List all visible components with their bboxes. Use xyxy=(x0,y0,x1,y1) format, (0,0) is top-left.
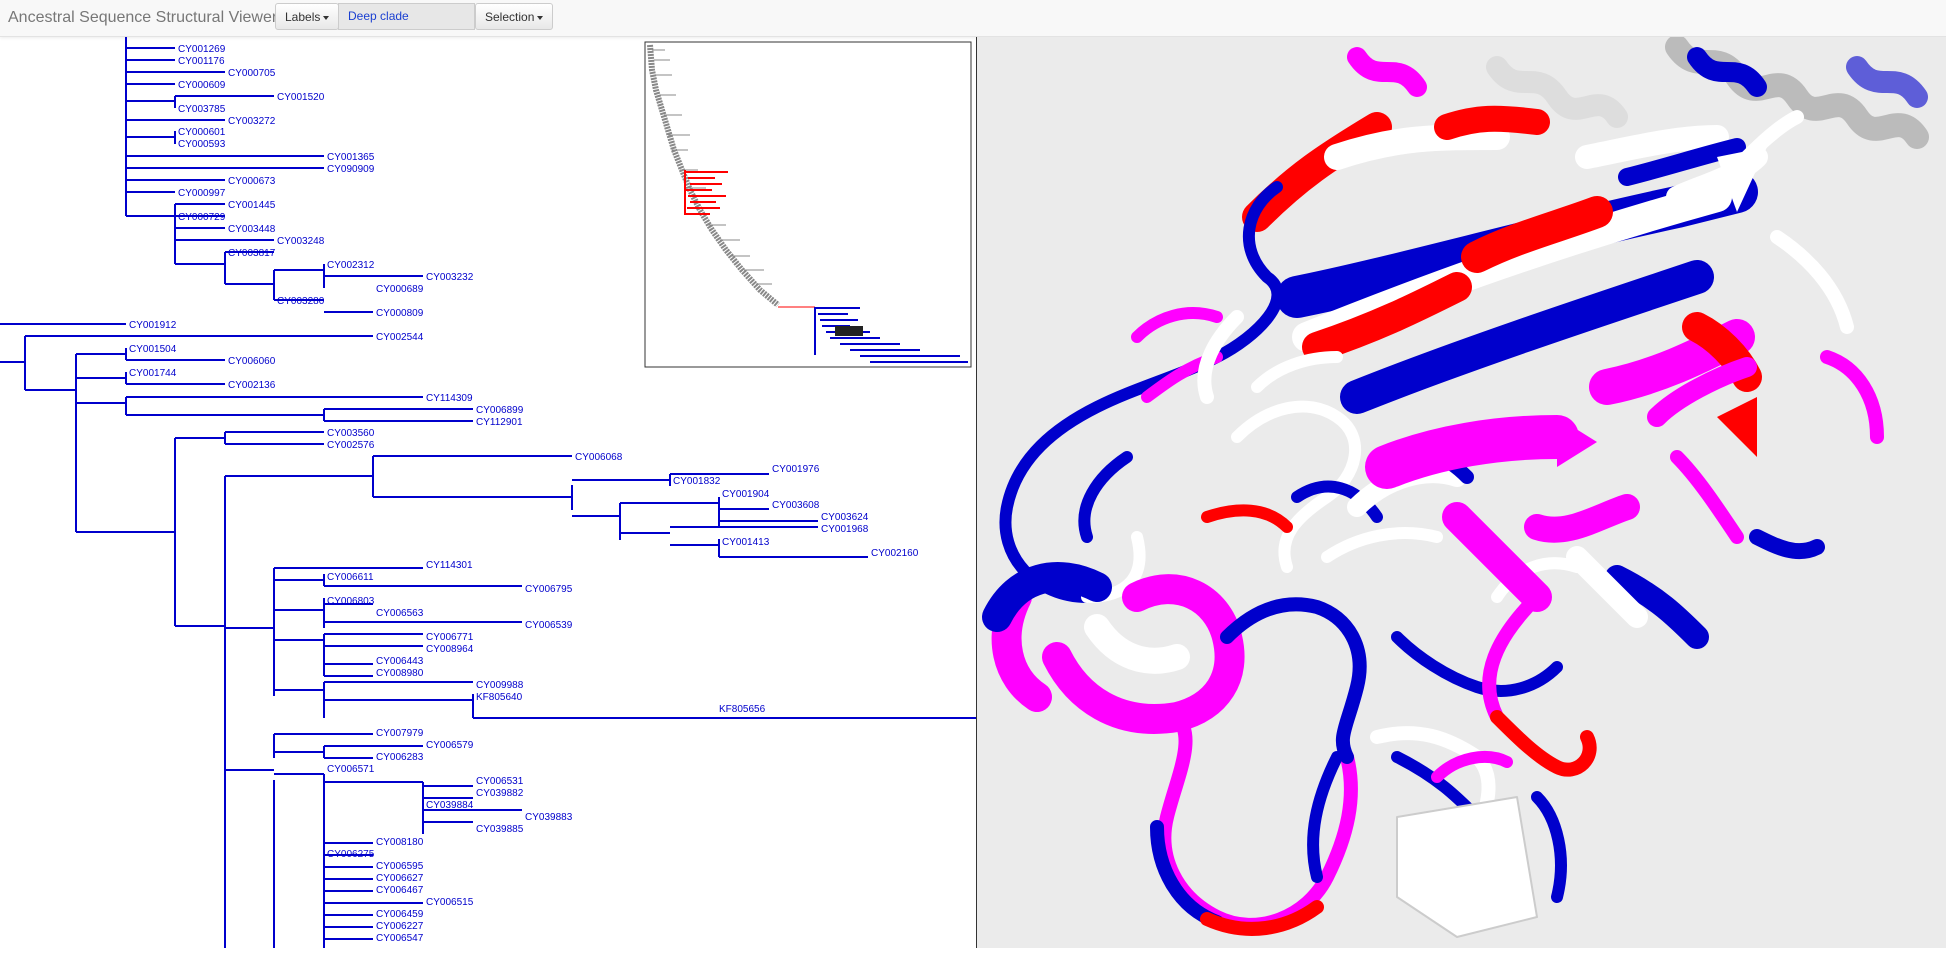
leaf-label[interactable]: CY003608 xyxy=(772,500,820,511)
selection-dropdown-button[interactable]: Selection xyxy=(475,3,554,30)
leaf-label[interactable]: CY003248 xyxy=(277,236,325,247)
leaf-label[interactable]: CY114301 xyxy=(426,560,473,571)
leaf-label[interactable]: CY006539 xyxy=(525,620,573,631)
leaf-label[interactable]: CY001904 xyxy=(722,489,770,500)
leaf-label[interactable]: CY008180 xyxy=(376,837,424,848)
leaf-label[interactable]: CY006771 xyxy=(426,632,474,643)
phylogenetic-tree-panel[interactable]: CY001269 CY001176 CY000705 CY000609 CY00… xyxy=(0,37,976,948)
leaf-label[interactable]: CY009988 xyxy=(476,680,524,691)
leaf-label[interactable]: CY008980 xyxy=(376,668,424,679)
leaf-label[interactable]: CY003624 xyxy=(821,512,869,523)
tree-overview-minimap[interactable] xyxy=(644,41,972,368)
leaf-label[interactable]: CY006275 xyxy=(327,849,375,860)
caret-down-icon xyxy=(323,15,330,20)
leaf-label[interactable]: CY001968 xyxy=(821,524,869,535)
leaf-label[interactable]: KF805656 xyxy=(719,704,766,715)
leaf-label[interactable]: CY001413 xyxy=(722,537,770,548)
labels-dropdown-button[interactable]: Labels xyxy=(275,3,340,30)
leaf-label[interactable]: CY000705 xyxy=(228,68,276,79)
leaf-label[interactable]: CY000729 xyxy=(178,212,226,223)
leaf-label[interactable]: CY006283 xyxy=(376,752,424,763)
leaf-label[interactable]: CY006595 xyxy=(376,861,424,872)
leaf-label[interactable]: CY000809 xyxy=(376,308,424,319)
leaf-label[interactable]: CY000601 xyxy=(178,127,226,138)
leaf-label[interactable]: CY003560 xyxy=(327,428,375,439)
leaf-label[interactable]: CY006795 xyxy=(525,584,573,595)
labels-button-label: Labels xyxy=(285,10,321,24)
leaf-label[interactable]: CY006227 xyxy=(376,921,424,932)
leaf-label[interactable]: CY001520 xyxy=(277,92,325,103)
leaf-label[interactable]: CY001912 xyxy=(129,320,177,331)
phylogenetic-tree[interactable]: CY001269 CY001176 CY000705 CY000609 CY00… xyxy=(0,37,976,948)
leaf-label[interactable]: CY039882 xyxy=(476,788,524,799)
leaf-label[interactable]: CY001744 xyxy=(129,368,177,379)
caret-down-icon xyxy=(537,15,544,20)
leaf-label[interactable]: CY006467 xyxy=(376,885,424,896)
leaf-label[interactable]: CY006579 xyxy=(426,740,474,751)
leaf-label[interactable]: CY000997 xyxy=(178,188,226,199)
leaf-label[interactable]: CY006515 xyxy=(426,897,474,908)
leaf-label[interactable]: CY003280 xyxy=(277,296,325,307)
leaf-label[interactable]: CY007979 xyxy=(376,728,424,739)
leaf-label[interactable]: CY003272 xyxy=(228,116,276,127)
leaf-label[interactable]: CY002136 xyxy=(228,380,276,391)
leaf-label[interactable]: KF805640 xyxy=(476,692,523,703)
leaf-label[interactable]: CY039884 xyxy=(426,800,474,811)
leaf-label[interactable]: CY000593 xyxy=(178,139,226,150)
leaf-label[interactable]: CY001976 xyxy=(772,464,820,475)
protein-structure-viewer[interactable] xyxy=(977,37,1946,948)
leaf-label[interactable]: CY006060 xyxy=(228,356,276,367)
leaf-label[interactable]: CY006563 xyxy=(376,608,424,619)
leaf-label[interactable]: CY000609 xyxy=(178,80,226,91)
leaf-label[interactable]: CY006803 xyxy=(327,596,375,607)
selection-button-label: Selection xyxy=(485,10,535,24)
protein-ribbon-3d[interactable] xyxy=(977,37,1946,948)
leaf-label[interactable]: CY090909 xyxy=(327,164,375,175)
leaf-label[interactable]: CY006531 xyxy=(476,776,524,787)
leaf-label[interactable]: CY002576 xyxy=(327,440,375,451)
leaf-label[interactable]: CY006068 xyxy=(575,452,623,463)
leaf-label[interactable]: CY039885 xyxy=(476,824,524,835)
leaf-label[interactable]: CY006611 xyxy=(327,572,374,583)
leaf-label[interactable]: CY003448 xyxy=(228,224,276,235)
leaf-label[interactable]: CY002312 xyxy=(327,260,375,271)
leaf-label[interactable]: CY000689 xyxy=(376,284,424,295)
leaf-label[interactable]: CY001176 xyxy=(178,56,225,67)
leaf-label[interactable]: CY008964 xyxy=(426,644,474,655)
leaf-label[interactable]: CY006571 xyxy=(327,764,375,775)
leaf-label[interactable]: CY000673 xyxy=(228,176,276,187)
leaf-label[interactable]: CY003817 xyxy=(228,248,276,259)
leaf-label[interactable]: CY001504 xyxy=(129,344,177,355)
leaf-label[interactable]: CY006547 xyxy=(376,933,424,944)
leaf-label[interactable]: CY003785 xyxy=(178,104,226,115)
leaf-label[interactable]: CY112901 xyxy=(476,417,523,428)
leaf-label[interactable]: CY114309 xyxy=(426,393,473,404)
leaf-label[interactable]: CY006899 xyxy=(476,405,524,416)
leaf-label[interactable]: CY002160 xyxy=(871,548,919,559)
app-title: Ancestral Sequence Structural Viewer xyxy=(8,9,278,26)
leaf-label[interactable]: CY006627 xyxy=(376,873,424,884)
leaf-label[interactable]: CY006443 xyxy=(376,656,424,667)
leaf-label[interactable]: CY001269 xyxy=(178,44,226,55)
leaf-label[interactable]: CY006459 xyxy=(376,909,424,920)
leaf-label[interactable]: CY001365 xyxy=(327,152,375,163)
leaf-label[interactable]: CY039883 xyxy=(525,812,573,823)
clade-search-input[interactable]: Deep clade xyxy=(338,3,475,30)
leaf-label[interactable]: CY002544 xyxy=(376,332,424,343)
leaf-label[interactable]: CY001445 xyxy=(228,200,276,211)
top-navbar: Ancestral Sequence Structural Viewer Lab… xyxy=(0,0,1946,37)
leaf-label[interactable]: CY003232 xyxy=(426,272,474,283)
leaf-label[interactable]: CY001832 xyxy=(673,476,721,487)
